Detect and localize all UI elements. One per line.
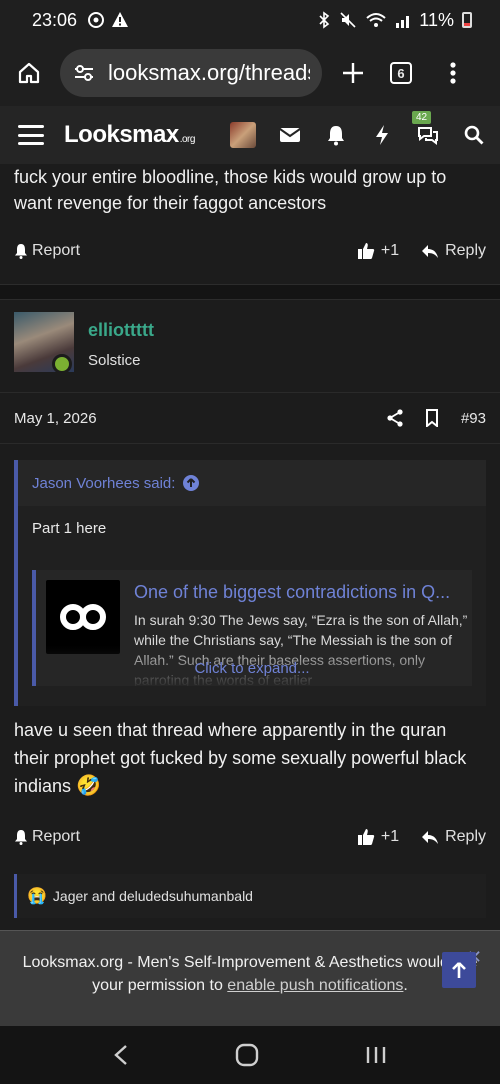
thread-content: fuck your entire bloodline, those kids w… [0, 164, 500, 930]
post-actions: Report +1 Reply [0, 814, 500, 860]
search-icon[interactable] [462, 123, 486, 147]
report-button[interactable]: Report [14, 242, 80, 260]
address-bar[interactable]: looksmax.org/threads/ [60, 49, 322, 97]
like-button[interactable]: +1 [357, 242, 399, 260]
post-author-block: elliottttt Solstice [0, 300, 500, 392]
home-button[interactable] [12, 56, 46, 90]
enable-push-link[interactable]: enable push notifications [227, 977, 403, 994]
site-header: Looksmax .org 42 [0, 106, 500, 164]
wifi-icon [366, 13, 386, 27]
post-date[interactable]: May 1, 2026 [14, 410, 97, 427]
hamburger-menu-icon[interactable] [18, 125, 44, 145]
new-tab-button[interactable] [336, 56, 370, 90]
quote-author: Jason Voorhees said: [32, 474, 176, 492]
browser-toolbar: looksmax.org/threads/ 6 [0, 40, 500, 106]
alerts-badge: 42 [412, 111, 432, 124]
thumbs-up-icon [357, 829, 375, 845]
previous-post-actions: Report +1 Reply [0, 228, 500, 274]
warning-icon [112, 12, 129, 27]
tab-switcher-button[interactable]: 6 [390, 62, 412, 84]
bell-icon [15, 244, 27, 259]
signal-icon [396, 16, 410, 28]
quote-header[interactable]: Jason Voorhees said: [18, 460, 486, 506]
crying-laughing-emoji-icon: 😭 [27, 888, 47, 905]
username[interactable]: elliottttt [88, 320, 154, 341]
share-icon[interactable] [387, 409, 403, 427]
embed-title[interactable]: One of the biggest contradictions in Q..… [134, 582, 468, 603]
battery-icon [462, 12, 472, 28]
back-icon[interactable] [113, 1044, 129, 1066]
user-title: Solstice [88, 352, 141, 369]
bell-icon [15, 830, 27, 845]
reactions-bar[interactable]: 😭 Jager and deludedsuhumanbald [14, 874, 486, 918]
click-to-expand[interactable]: Click to expand... [18, 660, 486, 677]
bluetooth-icon [319, 11, 330, 29]
thumbs-up-icon [357, 243, 375, 259]
report-button[interactable]: Report [14, 828, 80, 846]
inbox-icon[interactable] [278, 123, 302, 147]
embed-logo [46, 580, 120, 654]
arrow-up-icon [452, 962, 466, 978]
bell-icon[interactable] [324, 123, 348, 147]
url-text: looksmax.org/threads/ [108, 60, 310, 85]
previous-post-text: fuck your entire bloodline, those kids w… [14, 167, 447, 213]
infinity-logo-icon [60, 604, 106, 630]
chat-icon[interactable]: 42 [412, 111, 440, 147]
bookmark-icon[interactable] [425, 409, 439, 427]
emoji: 🤣 [76, 775, 101, 797]
push-notification-banner: Looksmax.org - Men's Self-Improvement & … [0, 930, 500, 1026]
home-icon [18, 62, 40, 84]
quote-text: Part 1 here [32, 520, 107, 537]
clock: 23:06 [32, 9, 78, 30]
reply-button[interactable]: Reply [421, 828, 486, 846]
reply-icon [422, 245, 439, 258]
site-settings-icon[interactable] [72, 61, 96, 85]
online-status-indicator [52, 354, 72, 374]
mute-icon [340, 12, 356, 28]
recent-apps-icon[interactable] [365, 1045, 387, 1065]
sync-icon [88, 12, 105, 28]
status-bar: 23:06 11% [0, 0, 500, 40]
system-nav-bar [0, 1026, 500, 1084]
post-meta: May 1, 2026 #93 [0, 392, 500, 444]
scroll-to-top-button[interactable] [442, 952, 476, 988]
site-logo[interactable]: Looksmax .org [64, 121, 195, 149]
reply-icon [422, 831, 439, 844]
post-text: have u seen that thread where apparently… [14, 720, 467, 797]
post-number[interactable]: #93 [461, 410, 486, 427]
reactions-list: Jager and deludedsuhumanbald [52, 888, 253, 904]
more-vertical-icon [450, 62, 456, 84]
notification-text: Looksmax.org - Men's Self-Improvement & … [22, 954, 478, 994]
like-button[interactable]: +1 [357, 828, 399, 846]
post-separator [0, 284, 500, 300]
reply-button[interactable]: Reply [421, 242, 486, 260]
arrow-up-circle-icon [183, 475, 200, 491]
account-avatar[interactable] [230, 122, 256, 148]
lightning-icon[interactable] [370, 123, 394, 147]
plus-icon [343, 63, 363, 83]
browser-menu-button[interactable] [436, 56, 470, 90]
battery-percent: 11% [419, 9, 454, 30]
home-circle-icon[interactable] [235, 1043, 259, 1067]
quote-block: Jason Voorhees said: Part 1 here One of … [14, 460, 486, 706]
